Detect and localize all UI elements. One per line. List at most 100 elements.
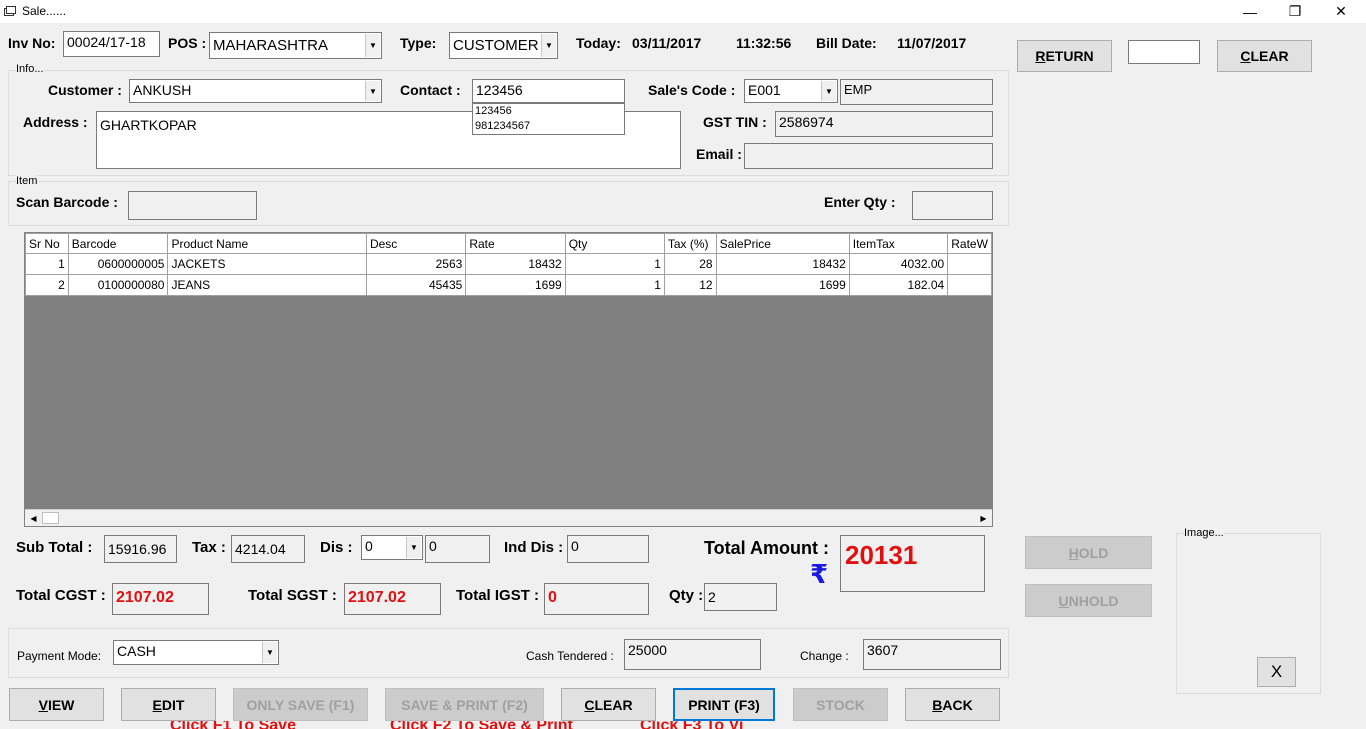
inv-label: Inv No:: [8, 35, 56, 51]
items-grid[interactable]: Sr No Barcode Product Name Desc Rate Qty…: [24, 232, 993, 527]
table-cell[interactable]: 0600000005: [67, 253, 169, 275]
column-header[interactable]: RateW: [947, 233, 992, 254]
clear-mnemonic: C: [584, 696, 595, 713]
restore-icon[interactable]: ❐: [1272, 0, 1318, 23]
customer-value: ANKUSH: [133, 82, 192, 98]
table-cell[interactable]: 28: [663, 253, 717, 275]
table-cell[interactable]: 12: [663, 274, 717, 296]
gst-field[interactable]: 2586974: [775, 111, 993, 137]
total-amount-value: 20131: [845, 540, 918, 570]
customer-select[interactable]: ANKUSH ▼: [129, 79, 382, 103]
edit-button[interactable]: E DIT: [121, 688, 216, 721]
only-save-button[interactable]: ONLY SAVE (F1): [233, 688, 368, 721]
table-cell[interactable]: [947, 274, 992, 296]
clear-top-button[interactable]: C LEAR: [1217, 40, 1312, 72]
column-header[interactable]: Desc: [365, 233, 467, 254]
shortcut-hint-strip: Click F1 To Save Click F2 To Save & Prin…: [0, 721, 1366, 729]
scroll-left-icon[interactable]: ◀: [25, 510, 42, 526]
scroll-thumb[interactable]: [42, 512, 59, 524]
column-header[interactable]: Rate: [465, 233, 566, 254]
sales-name-field[interactable]: EMP: [840, 79, 993, 105]
total-amount-field[interactable]: 20131: [840, 535, 985, 592]
table-cell[interactable]: JEANS: [167, 274, 367, 296]
column-header[interactable]: SalePrice: [715, 233, 850, 254]
dis-field[interactable]: 0: [425, 535, 490, 563]
image-close-button[interactable]: X: [1257, 657, 1296, 687]
column-header[interactable]: Sr No: [25, 233, 69, 254]
table-cell[interactable]: 1699: [465, 274, 566, 296]
tax-field[interactable]: 4214.04: [231, 535, 305, 563]
table-cell[interactable]: 2: [25, 274, 69, 296]
column-header[interactable]: Barcode: [67, 233, 169, 254]
type-select[interactable]: CUSTOMER ▼: [449, 32, 558, 59]
sgst-field[interactable]: 2107.02: [344, 583, 441, 615]
table-cell[interactable]: 18432: [465, 253, 566, 275]
bill-date-label: Bill Date:: [816, 35, 877, 51]
inv-number-field[interactable]: 00024/17-18: [63, 31, 160, 57]
hold-button[interactable]: H OLD: [1025, 536, 1152, 569]
table-cell[interactable]: 2563: [365, 253, 467, 275]
enter-qty-input[interactable]: [912, 191, 993, 220]
type-label: Type:: [400, 35, 437, 51]
unhold-button[interactable]: U NHOLD: [1025, 584, 1152, 617]
pos-select[interactable]: MAHARASHTRA ▼: [209, 32, 382, 59]
contact-input[interactable]: 123456: [472, 79, 625, 103]
table-cell[interactable]: 45435: [365, 274, 467, 296]
sgst-value: 2107.02: [348, 589, 406, 606]
horizontal-scrollbar[interactable]: ◀ ▶: [25, 509, 992, 526]
ind-dis-label: Ind Dis :: [504, 539, 564, 556]
print-button[interactable]: PRINT (F3): [673, 688, 775, 721]
column-header[interactable]: Product Name: [167, 233, 367, 254]
ind-dis-field[interactable]: 0: [567, 535, 649, 563]
sales-code-label: Sale's Code :: [648, 82, 736, 98]
table-row[interactable]: 1 0600000005 JACKETS 2563 18432 1 28 184…: [25, 253, 992, 275]
table-cell[interactable]: 1: [564, 274, 665, 296]
qty-total-field[interactable]: 2: [704, 583, 777, 611]
return-input[interactable]: [1128, 40, 1200, 64]
table-cell[interactable]: [947, 253, 992, 275]
return-button[interactable]: R ETURN: [1017, 40, 1112, 72]
table-cell[interactable]: 1699: [715, 274, 850, 296]
view-button[interactable]: V IEW: [9, 688, 104, 721]
contact-option[interactable]: 123456: [473, 104, 624, 119]
minimize-icon[interactable]: —: [1227, 0, 1273, 23]
contact-option[interactable]: 981234567: [473, 119, 624, 134]
sales-code-select[interactable]: E001 ▼: [744, 79, 838, 103]
subtotal-field[interactable]: 15916.96: [104, 535, 177, 563]
close-icon[interactable]: ✕: [1318, 0, 1364, 23]
clear-top-mnemonic: C: [1240, 48, 1251, 64]
cgst-field[interactable]: 2107.02: [112, 583, 209, 615]
table-cell[interactable]: 182.04: [848, 274, 949, 296]
column-header[interactable]: ItemTax: [848, 233, 949, 254]
bill-date-value: 11/07/2017: [897, 35, 967, 51]
stock-button[interactable]: STOCK: [793, 688, 888, 721]
column-header[interactable]: Qty: [564, 233, 665, 254]
image-group: [1176, 533, 1321, 694]
cash-tendered-field[interactable]: 25000: [624, 639, 761, 670]
table-cell[interactable]: 1: [25, 253, 69, 275]
hold-label: OLD: [1078, 544, 1109, 561]
current-time: 11:32:56: [736, 35, 792, 51]
table-cell[interactable]: JACKETS: [167, 253, 367, 275]
table-cell[interactable]: 1: [564, 253, 665, 275]
scroll-right-icon[interactable]: ▶: [975, 510, 992, 526]
column-header[interactable]: Tax (%): [663, 233, 717, 254]
table-cell[interactable]: 0100000080: [67, 274, 169, 296]
cgst-value: 2107.02: [116, 589, 174, 606]
view-mnemonic: V: [38, 696, 48, 713]
table-row[interactable]: 2 0100000080 JEANS 45435 1699 1 12 1699 …: [25, 274, 992, 296]
save-print-button[interactable]: SAVE & PRINT (F2): [385, 688, 544, 721]
email-field[interactable]: [744, 143, 993, 169]
back-button[interactable]: B ACK: [905, 688, 1000, 721]
scan-barcode-input[interactable]: [128, 191, 257, 220]
change-field[interactable]: 3607: [863, 639, 1001, 670]
payment-mode-select[interactable]: CASH ▼: [113, 640, 279, 665]
igst-field[interactable]: 0: [544, 583, 649, 615]
gst-label: GST TIN :: [703, 114, 767, 130]
table-cell[interactable]: 4032.00: [848, 253, 949, 275]
contact-dropdown[interactable]: 123456 981234567: [472, 103, 625, 135]
table-cell[interactable]: 18432: [715, 253, 850, 275]
clear-button[interactable]: C LEAR: [561, 688, 656, 721]
igst-value: 0: [548, 589, 557, 606]
dis-select[interactable]: 0 ▼: [361, 535, 423, 560]
